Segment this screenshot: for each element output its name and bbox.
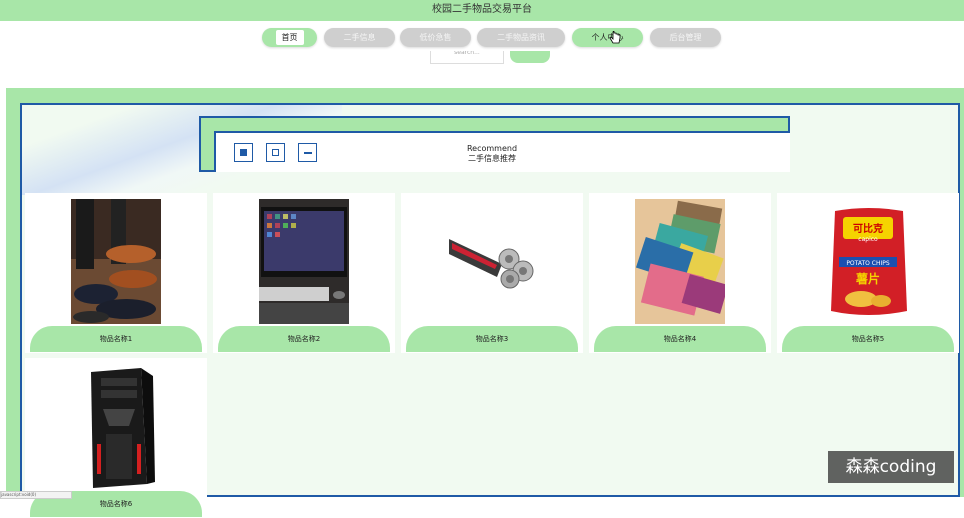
view-filled-square-button[interactable] xyxy=(234,143,253,162)
nav-admin-label: 后台管理 xyxy=(669,33,702,42)
nav-low-price-label: 低价急售 xyxy=(419,33,452,42)
nav-user-center[interactable]: 个人中心 xyxy=(572,28,643,47)
svg-text:薯片: 薯片 xyxy=(855,271,880,286)
nav-news[interactable]: 二手物品资讯 xyxy=(477,28,565,47)
product-card[interactable]: 物品名称3 xyxy=(401,193,583,353)
search-bar: search... xyxy=(430,51,560,65)
potato-chips-image: 可比克 capico POTATO CHIPS 薯片 xyxy=(823,199,913,324)
view-minus-button[interactable] xyxy=(298,143,317,162)
electric-shaver-image xyxy=(447,199,537,324)
product-card[interactable]: 物品名称1 xyxy=(25,193,207,353)
product-card[interactable]: 可比克 capico POTATO CHIPS 薯片 物品名称5 xyxy=(777,193,959,353)
svg-text:POTATO CHIPS: POTATO CHIPS xyxy=(846,260,890,267)
nav-user-center-label: 个人中心 xyxy=(591,33,624,42)
hand-cursor-icon xyxy=(609,31,621,44)
leather-shoes-image xyxy=(71,199,161,324)
svg-text:capico: capico xyxy=(858,236,878,243)
product-name: 物品名称3 xyxy=(406,326,578,352)
main-nav: 首页 二手信息 低价急售 二手物品资讯 个人中心 后台管理 xyxy=(0,28,964,48)
minus-icon xyxy=(304,152,312,154)
app-title-bar: 校园二手物品交易平台 xyxy=(0,0,964,21)
product-card[interactable]: 物品名称2 xyxy=(213,193,395,353)
product-name: 物品名称5 xyxy=(782,326,954,352)
recommend-title-cn: 二手信息推荐 xyxy=(468,154,516,163)
product-name: 物品名称1 xyxy=(30,326,202,352)
nav-home-label: 首页 xyxy=(275,30,304,45)
outline-square-icon xyxy=(272,149,279,156)
wallets-image xyxy=(635,199,725,324)
svg-text:可比克: 可比克 xyxy=(853,222,883,235)
pc-case-image xyxy=(71,364,161,489)
product-name: 物品名称4 xyxy=(594,326,766,352)
product-name: 物品名称2 xyxy=(218,326,390,352)
nav-admin[interactable]: 后台管理 xyxy=(650,28,721,47)
nav-low-price[interactable]: 低价急售 xyxy=(400,28,471,47)
nav-home[interactable]: 首页 xyxy=(262,28,317,47)
watermark: 森森coding xyxy=(828,451,954,483)
search-button[interactable] xyxy=(510,51,550,63)
desktop-computer-image xyxy=(259,199,349,324)
nav-news-label: 二手物品资讯 xyxy=(497,33,545,42)
nav-secondhand-info-label: 二手信息 xyxy=(343,33,376,42)
recommend-title-en: Recommend xyxy=(466,144,518,153)
app-title: 校园二手物品交易平台 xyxy=(432,4,532,15)
search-input[interactable]: search... xyxy=(430,51,504,64)
filled-square-icon xyxy=(240,149,247,156)
recommend-title: Recommend 二手信息推荐 xyxy=(392,144,592,164)
product-card[interactable]: 物品名称4 xyxy=(589,193,771,353)
status-url: javascript:void(0) xyxy=(0,491,72,499)
nav-secondhand-info[interactable]: 二手信息 xyxy=(324,28,395,47)
view-outline-square-button[interactable] xyxy=(266,143,285,162)
